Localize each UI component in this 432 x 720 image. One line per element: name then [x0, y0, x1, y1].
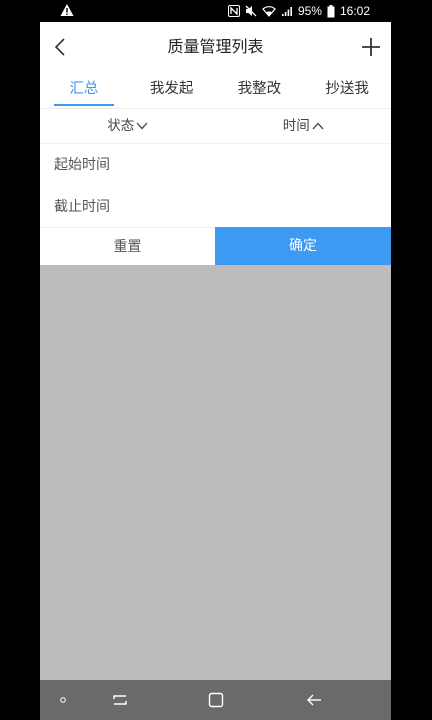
chevron-left-icon[interactable] — [50, 36, 72, 58]
signal-icon — [281, 7, 292, 16]
tab-rectified-by-me[interactable]: 我整改 — [216, 72, 304, 108]
tab-initiated-by-me[interactable]: 我发起 — [128, 72, 216, 108]
time-filter[interactable]: 时间 — [216, 109, 392, 143]
reset-button[interactable]: 重置 — [40, 227, 215, 265]
mute-icon — [245, 5, 257, 17]
nfc-icon — [227, 5, 240, 17]
tab-bar: 汇总 我发起 我整改 抄送我 — [40, 72, 391, 109]
wifi-icon — [262, 6, 276, 17]
chevron-down-icon — [136, 122, 148, 130]
start-time-label: 起始时间 — [54, 157, 110, 173]
time-filter-label: 时间 — [282, 118, 310, 134]
app-content: 质量管理列表 汇总 我发起 我整改 抄送我 状态 时间 起始时间 截止时间 重置… — [40, 22, 391, 680]
status-filter-label: 状态 — [107, 118, 135, 134]
header: 质量管理列表 — [40, 22, 391, 72]
chevron-up-icon — [312, 122, 324, 130]
clock: 16:02 — [339, 4, 370, 18]
start-time-field[interactable]: 起始时间 — [40, 144, 391, 187]
page-title: 质量管理列表 — [167, 37, 264, 56]
end-time-label: 截止时间 — [54, 199, 110, 215]
battery-icon — [327, 4, 335, 17]
confirm-button[interactable]: 确定 — [215, 227, 391, 265]
status-filter[interactable]: 状态 — [40, 109, 216, 143]
end-time-field[interactable]: 截止时间 — [40, 186, 391, 229]
filter-bar: 状态 时间 — [40, 109, 391, 144]
back-arrow-icon[interactable] — [302, 680, 326, 720]
recent-apps-icon[interactable] — [108, 680, 132, 720]
filter-actions: 重置 确定 — [40, 227, 391, 265]
tab-cc-to-me[interactable]: 抄送我 — [303, 72, 391, 108]
phone-screen: 95% 16:02 质量管理列表 汇总 我发起 我整改 抄送我 状态 时间 起始… — [0, 0, 432, 720]
dot-icon[interactable] — [54, 680, 72, 720]
warning-icon — [60, 4, 74, 16]
status-bar: 95% 16:02 — [0, 0, 432, 22]
home-icon[interactable] — [204, 680, 228, 720]
battery-percent: 95% — [297, 4, 322, 18]
navigation-bar — [40, 680, 391, 720]
plus-icon[interactable] — [359, 35, 383, 59]
status-icons: 95% 16:02 — [227, 3, 370, 19]
tab-summary[interactable]: 汇总 — [40, 72, 128, 108]
